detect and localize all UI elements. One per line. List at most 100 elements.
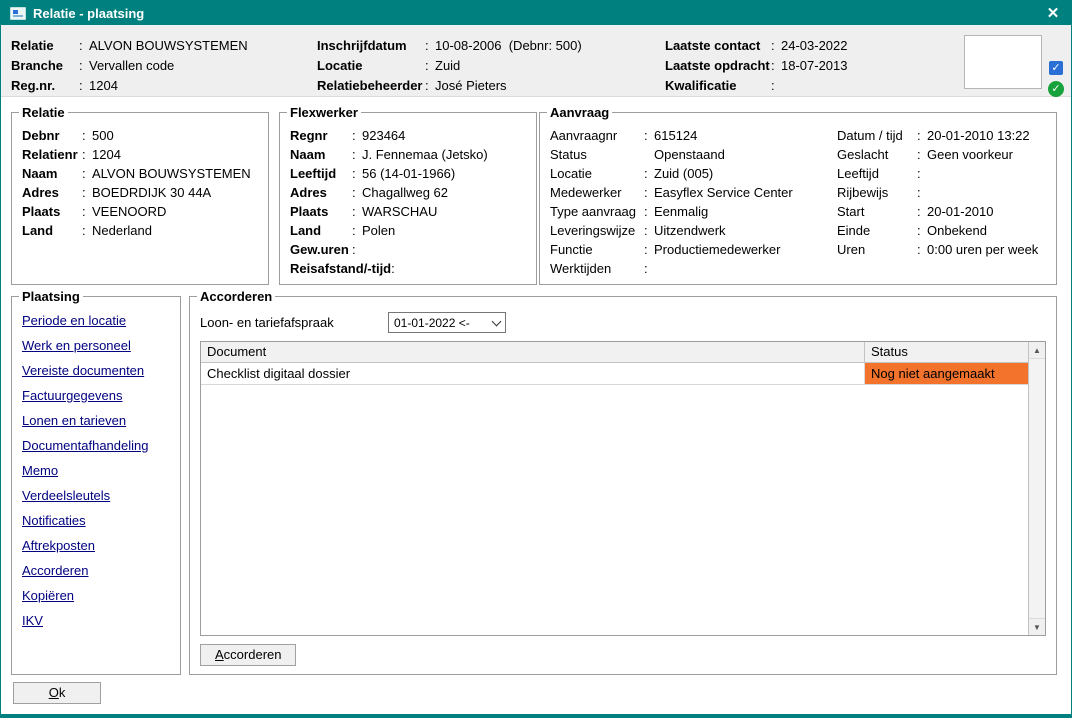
loon-tariefafspraak-row: Loon- en tariefafspraak 01-01-2022 <-	[200, 312, 1046, 333]
plaatsing-menu-item[interactable]: Vereiste documenten	[22, 363, 144, 378]
field-row: Datum / tijd : 20-01-2010 13:22	[837, 126, 1046, 145]
header-field-row: Branche : Vervallen code	[11, 56, 248, 76]
field-value: Nederland	[92, 221, 152, 240]
column-header-status: Status	[865, 342, 1028, 362]
close-icon[interactable]: ✕	[1044, 4, 1062, 22]
field-row: Medewerker : Easyflex Service Center	[550, 183, 837, 202]
plaatsing-menu-item[interactable]: Aftrekposten	[22, 538, 95, 553]
field-value: VEENOORD	[92, 202, 166, 221]
plaatsing-menu-item[interactable]: Memo	[22, 463, 58, 478]
button-mnemonic: O	[49, 685, 59, 700]
field-separator: :	[917, 164, 927, 183]
document-cell[interactable]: Checklist digitaal dossier	[201, 363, 865, 384]
field-value: Polen	[362, 221, 395, 240]
plaatsing-menu-item[interactable]: Factuurgegevens	[22, 388, 122, 403]
field-row: Aanvraagnr : 615124	[550, 126, 837, 145]
field-label: Uren	[837, 240, 917, 259]
table-empty-area	[201, 385, 1028, 635]
field-row: Relatienr : 1204	[22, 145, 258, 164]
field-value: Zuid	[435, 56, 460, 76]
field-value: Chagallweg 62	[362, 183, 448, 202]
field-label: Adres	[22, 183, 82, 202]
field-value: 20-01-2010 13:22	[927, 126, 1030, 145]
loon-tariefafspraak-label: Loon- en tariefafspraak	[200, 315, 388, 330]
button-mnemonic: A	[215, 647, 224, 662]
plaatsing-menu-item[interactable]: Documentafhandeling	[22, 438, 148, 453]
plaatsing-menu-item[interactable]: Notificaties	[22, 513, 86, 528]
field-separator: :	[352, 145, 362, 164]
plaatsing-menu-item[interactable]: Lonen en tarieven	[22, 413, 126, 428]
header-field-row: Inschrijfdatum : 10-08-2006 (Debnr: 500)	[317, 36, 582, 56]
blue-checkbox-icon[interactable]: ✓	[1049, 61, 1063, 75]
field-separator: :	[82, 202, 92, 221]
field-label: Aanvraagnr	[550, 126, 644, 145]
field-label: Leeftijd	[290, 164, 352, 183]
field-value: ALVON BOUWSYSTEMEN	[89, 36, 248, 56]
table-row[interactable]: Checklist digitaal dossier Nog niet aang…	[201, 363, 1028, 385]
field-value: Onbekend	[927, 221, 987, 240]
field-value: 20-01-2010	[927, 202, 994, 221]
field-row: Naam : J. Fennemaa (Jetsko)	[290, 145, 526, 164]
field-separator: :	[644, 240, 654, 259]
field-label: Locatie	[550, 164, 644, 183]
field-separator: :	[425, 76, 435, 96]
field-value: 1204	[92, 145, 121, 164]
field-separator: :	[82, 164, 92, 183]
accorderen-button[interactable]: Accorderen	[200, 644, 296, 666]
documents-table: Document Status Checklist digitaal dossi…	[200, 341, 1046, 636]
field-row: Plaats : VEENOORD	[22, 202, 258, 221]
header-field-row: Relatie : ALVON BOUWSYSTEMEN	[11, 36, 248, 56]
field-label: Relatie	[11, 36, 79, 56]
scrollbar-track[interactable]	[1029, 359, 1045, 618]
field-value: 24-03-2022	[781, 36, 848, 56]
plaatsing-menu-item[interactable]: Periode en locatie	[22, 313, 126, 328]
field-separator: :	[917, 240, 927, 259]
field-label: Plaats	[22, 202, 82, 221]
field-separator: :	[917, 202, 927, 221]
field-value: 500	[92, 126, 114, 145]
field-row: Debnr : 500	[22, 126, 258, 145]
field-value: Zuid (005)	[654, 164, 713, 183]
scroll-up-icon[interactable]: ▲	[1029, 342, 1045, 359]
header-col-inschrijving: Inschrijfdatum : 10-08-2006 (Debnr: 500)…	[317, 36, 582, 96]
ok-button[interactable]: Ok	[13, 682, 101, 704]
field-separator: :	[644, 164, 654, 183]
field-separator: :	[79, 36, 89, 56]
field-row: Leveringswijze : Uitzendwerk	[550, 221, 837, 240]
aanvraag-box: Aanvraag Aanvraagnr : 615124 Status Open…	[539, 105, 1057, 285]
field-row: Werktijden :	[550, 259, 837, 278]
field-row: Gew.uren :	[290, 240, 526, 259]
field-row: Land : Nederland	[22, 221, 258, 240]
field-label: Regnr	[290, 126, 352, 145]
header-field-row: Laatste opdracht : 18-07-2013	[665, 56, 848, 76]
field-separator: :	[644, 202, 654, 221]
field-label: Leeftijd	[837, 164, 917, 183]
plaatsing-menu-item[interactable]: Accorderen	[22, 563, 88, 578]
plaatsing-box: Plaatsing Periode en locatie Werk en per…	[11, 289, 181, 675]
field-label: Medewerker	[550, 183, 644, 202]
field-label: Branche	[11, 56, 79, 76]
plaatsing-menu-item[interactable]: Kopiëren	[22, 588, 74, 603]
vertical-scrollbar[interactable]: ▲ ▼	[1028, 342, 1045, 635]
field-label: Datum / tijd	[837, 126, 917, 145]
status-cell[interactable]: Nog niet aangemaakt	[865, 363, 1028, 384]
field-separator: :	[771, 36, 781, 56]
flexwerker-fields: Regnr : 923464 Naam : J. Fennemaa (Jetsk…	[290, 126, 526, 278]
field-label: Leveringswijze	[550, 221, 644, 240]
field-separator: :	[917, 126, 927, 145]
plaatsing-menu-item[interactable]: Verdeelsleutels	[22, 488, 110, 503]
field-row: Uren : 0:00 uren per week	[837, 240, 1046, 259]
loon-tariefafspraak-select[interactable]: 01-01-2022 <-	[388, 312, 506, 333]
button-label-rest: k	[59, 685, 66, 700]
scroll-down-icon[interactable]: ▼	[1029, 618, 1045, 635]
header-field-row: Laatste contact : 24-03-2022	[665, 36, 848, 56]
field-label: Geslacht	[837, 145, 917, 164]
field-row: Adres : Chagallweg 62	[290, 183, 526, 202]
field-label: Kwalificatie	[665, 76, 771, 96]
titlebar[interactable]: Relatie - plaatsing ✕	[1, 1, 1071, 25]
relatie-fields: Debnr : 500 Relatienr : 1204 Naam : ALVO…	[22, 126, 258, 240]
plaatsing-menu-item[interactable]: IKV	[22, 613, 43, 628]
selected-option: 01-01-2022 <-	[389, 316, 487, 330]
field-separator: :	[644, 183, 654, 202]
plaatsing-menu-item[interactable]: Werk en personeel	[22, 338, 131, 353]
